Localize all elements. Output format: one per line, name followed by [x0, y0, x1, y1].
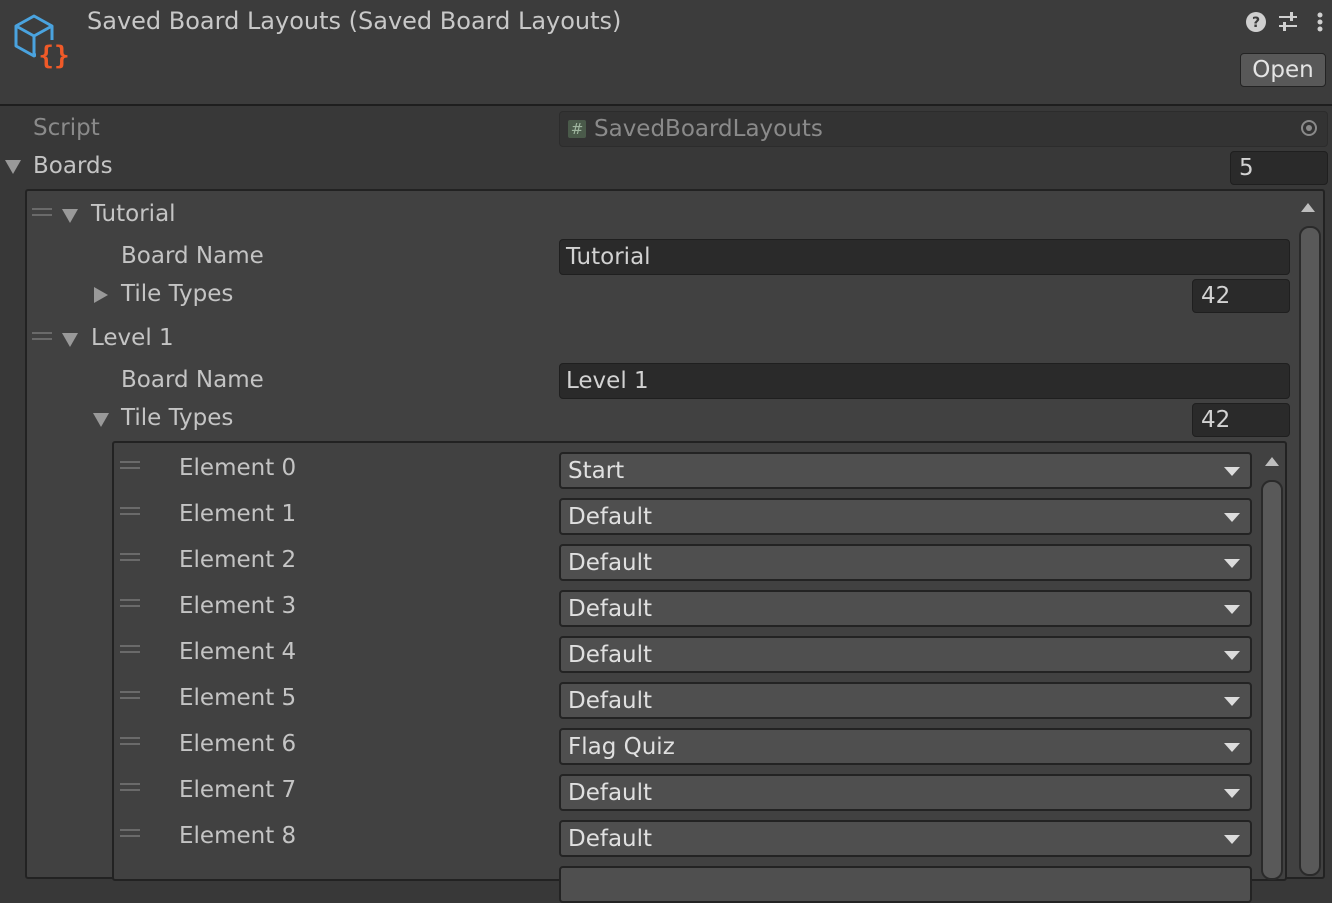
- svg-text:?: ?: [1252, 15, 1260, 31]
- element-label: Element 2: [179, 547, 297, 573]
- tile-types-foldout-arrow[interactable]: [93, 413, 109, 427]
- dropdown-value: Default: [568, 825, 653, 852]
- dropdown-value: Default: [568, 595, 653, 622]
- dropdown-value: Default: [568, 549, 653, 576]
- preset-sliders-icon[interactable]: [1276, 9, 1300, 35]
- drag-handle[interactable]: [120, 599, 140, 607]
- chevron-down-icon: [1224, 512, 1240, 522]
- dropdown-value: Flag Quiz: [568, 733, 675, 760]
- scroll-up-arrow[interactable]: [1265, 457, 1279, 466]
- inspector-header: {} Saved Board Layouts (Saved Board Layo…: [0, 0, 1332, 106]
- element-label: Element 3: [179, 593, 297, 619]
- element-label: Element 8: [179, 823, 297, 849]
- drag-handle[interactable]: [32, 332, 52, 340]
- dropdown-value: Default: [568, 779, 653, 806]
- element-label: Element 0: [179, 455, 297, 481]
- open-button[interactable]: Open: [1240, 53, 1326, 87]
- tile-type-dropdown[interactable]: Default: [559, 590, 1252, 627]
- board-name-field[interactable]: Tutorial: [559, 239, 1290, 275]
- tile-type-dropdown[interactable]: Default: [559, 820, 1252, 857]
- dropdown-value: Start: [568, 457, 625, 484]
- tile-type-dropdown[interactable]: Start: [559, 452, 1252, 489]
- help-icon[interactable]: ?: [1244, 9, 1268, 35]
- board-name-label: Board Name: [121, 367, 264, 393]
- tutorial-foldout-arrow[interactable]: [62, 209, 78, 223]
- tile-types-count-field[interactable]: 42: [1192, 279, 1290, 313]
- tile-type-dropdown[interactable]: Default: [559, 636, 1252, 673]
- drag-handle[interactable]: [32, 208, 52, 216]
- dropdown-value: Default: [568, 641, 653, 668]
- script-label: Script: [33, 115, 100, 141]
- chevron-down-icon: [1224, 466, 1240, 476]
- chevron-down-icon: [1224, 558, 1240, 568]
- board-item-title[interactable]: Tutorial: [91, 201, 176, 227]
- board-name-field[interactable]: Level 1: [559, 363, 1290, 399]
- tile-types-scrollbar-thumb[interactable]: [1261, 480, 1283, 880]
- tile-types-label[interactable]: Tile Types: [121, 405, 233, 431]
- chevron-down-icon: [1224, 742, 1240, 752]
- boards-scrollbar-thumb[interactable]: [1299, 226, 1321, 876]
- level1-foldout-arrow[interactable]: [62, 333, 78, 347]
- dropdown-value: Default: [568, 687, 653, 714]
- boards-foldout-arrow[interactable]: [5, 160, 21, 174]
- tile-type-dropdown[interactable]: Default: [559, 682, 1252, 719]
- scroll-up-arrow[interactable]: [1301, 203, 1315, 212]
- element-label: Element 6: [179, 731, 297, 757]
- kebab-menu-icon[interactable]: [1308, 9, 1332, 35]
- tile-types-count-field[interactable]: 42: [1192, 403, 1290, 437]
- drag-handle[interactable]: [120, 461, 140, 469]
- script-field[interactable]: # SavedBoardLayouts: [559, 111, 1328, 147]
- script-field-value: SavedBoardLayouts: [594, 116, 823, 142]
- boards-count-field[interactable]: 5: [1230, 151, 1328, 185]
- element-label: Element 4: [179, 639, 297, 665]
- element-label: Element 5: [179, 685, 297, 711]
- tile-type-dropdown[interactable]: Flag Quiz: [559, 728, 1252, 765]
- drag-handle[interactable]: [120, 645, 140, 653]
- tile-type-dropdown[interactable]: Default: [559, 544, 1252, 581]
- chevron-down-icon: [1224, 788, 1240, 798]
- object-picker-icon[interactable]: [1301, 120, 1317, 136]
- element-label: Element 1: [179, 501, 297, 527]
- boards-label[interactable]: Boards: [33, 153, 113, 179]
- drag-handle[interactable]: [120, 737, 140, 745]
- tile-types-foldout-arrow[interactable]: [94, 287, 108, 303]
- drag-handle[interactable]: [120, 783, 140, 791]
- chevron-down-icon: [1224, 834, 1240, 844]
- tile-type-dropdown[interactable]: [559, 866, 1252, 903]
- drag-handle[interactable]: [120, 553, 140, 561]
- asset-scriptable-object-icon: {}: [12, 12, 74, 72]
- chevron-down-icon: [1224, 696, 1240, 706]
- drag-handle[interactable]: [120, 691, 140, 699]
- chevron-down-icon: [1224, 604, 1240, 614]
- dropdown-value: Default: [568, 503, 653, 530]
- element-label: Element 7: [179, 777, 297, 803]
- drag-handle[interactable]: [120, 829, 140, 837]
- tile-types-label[interactable]: Tile Types: [121, 281, 233, 307]
- tile-type-dropdown[interactable]: Default: [559, 498, 1252, 535]
- board-item-title[interactable]: Level 1: [91, 325, 174, 351]
- board-name-label: Board Name: [121, 243, 264, 269]
- inspector-title: Saved Board Layouts (Saved Board Layouts…: [87, 7, 622, 35]
- drag-handle[interactable]: [120, 507, 140, 515]
- csharp-hash-icon: #: [568, 120, 586, 138]
- svg-text:{}: {}: [38, 41, 69, 71]
- tile-type-dropdown[interactable]: Default: [559, 774, 1252, 811]
- chevron-down-icon: [1224, 650, 1240, 660]
